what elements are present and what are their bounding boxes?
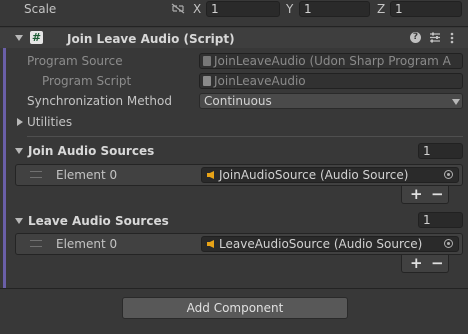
script-file-icon xyxy=(203,76,211,86)
component-title: Join Leave Audio (Script) xyxy=(67,32,235,46)
scale-y-label[interactable]: Y xyxy=(286,1,293,17)
object-picker-icon[interactable] xyxy=(444,239,453,248)
leave-sources-arrow-icon[interactable] xyxy=(15,218,23,224)
add-component-button[interactable]: Add Component xyxy=(122,297,348,319)
scale-x-field[interactable]: 1 xyxy=(206,1,280,17)
program-source-value: JoinLeaveAudio (Udon Sharp Program A xyxy=(214,54,451,68)
program-script-label: Program Script xyxy=(42,74,132,88)
leave-element-label: Element 0 xyxy=(56,237,118,251)
settings-icon[interactable] xyxy=(429,32,441,43)
help-icon[interactable]: ? xyxy=(410,32,421,43)
component-accent-bar xyxy=(3,28,6,288)
audio-source-icon xyxy=(207,171,214,179)
leave-element-field[interactable]: LeaveAudioSource (Audio Source) xyxy=(201,236,459,252)
scale-z-label[interactable]: Z xyxy=(377,1,385,17)
scale-z-field[interactable]: 1 xyxy=(390,1,462,17)
join-remove-button[interactable]: − xyxy=(431,185,444,203)
join-element-field[interactable]: JoinAudioSource (Audio Source) xyxy=(201,167,459,183)
menu-icon[interactable] xyxy=(450,32,454,44)
join-list-buttons: + − xyxy=(401,185,449,204)
dropdown-arrow-icon xyxy=(452,99,460,105)
sync-method-value: Continuous xyxy=(204,94,272,108)
collapse-arrow-icon[interactable] xyxy=(15,35,23,41)
utilities-arrow-icon[interactable] xyxy=(17,118,23,126)
leave-sources-label[interactable]: Leave Audio Sources xyxy=(28,213,169,229)
leave-remove-button[interactable]: − xyxy=(431,254,444,272)
join-sources-arrow-icon[interactable] xyxy=(15,148,23,154)
script-hash-icon: # xyxy=(30,31,43,44)
join-element-label: Element 0 xyxy=(56,168,118,182)
leave-list-buttons: + − xyxy=(401,254,449,273)
utilities-foldout[interactable]: Utilities xyxy=(27,114,72,130)
sync-method-label: Synchronization Method xyxy=(27,94,172,108)
object-picker-icon[interactable] xyxy=(444,170,453,179)
join-sources-size-field[interactable]: 1 xyxy=(418,143,463,159)
program-source-label: Program Source xyxy=(27,54,123,68)
leave-add-button[interactable]: + xyxy=(410,254,423,272)
program-script-value: JoinLeaveAudio xyxy=(214,74,306,88)
leave-element-value: LeaveAudioSource (Audio Source) xyxy=(219,237,423,251)
program-script-field: JoinLeaveAudio xyxy=(199,73,463,89)
drag-handle-icon[interactable] xyxy=(30,240,42,247)
utilities-divider xyxy=(27,136,463,137)
program-source-field: JoinLeaveAudio (Udon Sharp Program A xyxy=(199,53,463,69)
program-asset-icon xyxy=(203,56,211,66)
join-element-value: JoinAudioSource (Audio Source) xyxy=(219,168,409,182)
drag-handle-icon[interactable] xyxy=(30,171,42,178)
scale-x-label[interactable]: X xyxy=(193,1,201,17)
sync-method-dropdown[interactable]: Continuous xyxy=(199,93,463,109)
inspector-divider xyxy=(0,288,468,289)
scale-link-icon[interactable] xyxy=(171,3,185,14)
join-sources-label[interactable]: Join Audio Sources xyxy=(28,143,154,159)
header-divider xyxy=(0,26,468,27)
scale-label: Scale xyxy=(24,2,57,16)
audio-source-icon xyxy=(207,240,214,248)
join-add-button[interactable]: + xyxy=(410,185,423,203)
leave-sources-size-field[interactable]: 1 xyxy=(418,212,463,228)
scale-y-field[interactable]: 1 xyxy=(299,1,370,17)
